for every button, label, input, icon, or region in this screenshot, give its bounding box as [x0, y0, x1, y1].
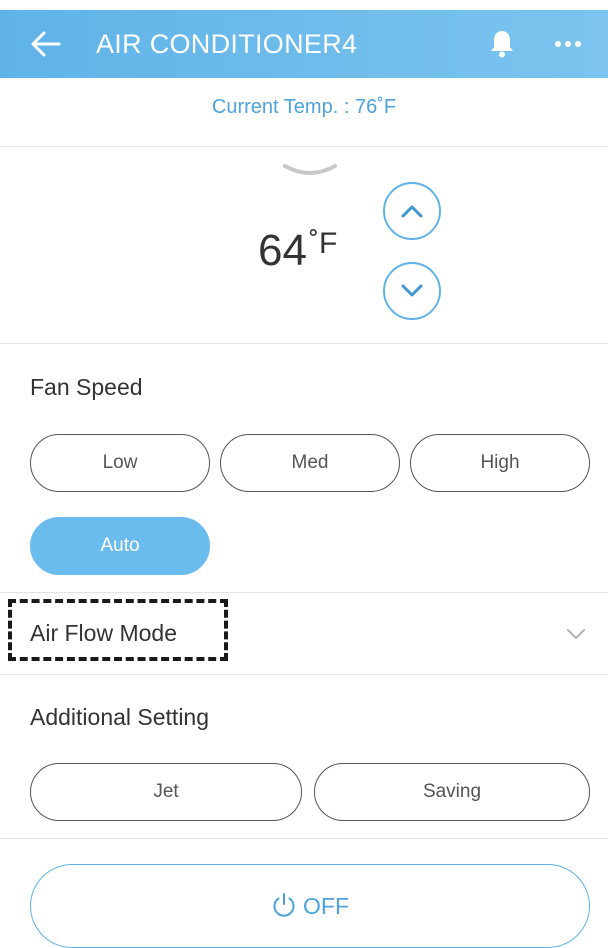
chevron-up-icon: [401, 205, 423, 218]
more-options-button[interactable]: [548, 26, 588, 62]
app-header: AIR CONDITIONER4: [0, 10, 608, 78]
current-temperature: Current Temp. : 76˚F: [211, 96, 397, 118]
bell-icon: [491, 31, 513, 58]
chevron-down-icon[interactable]: [282, 160, 338, 182]
fan-speed-title: Fan Speed: [30, 374, 143, 400]
fan-speed-auto-button[interactable]: Auto: [30, 517, 210, 575]
fan-speed-med-button[interactable]: Med: [220, 434, 400, 492]
temperature-up-button[interactable]: [383, 182, 441, 240]
divider: [0, 838, 608, 839]
status-bar: [0, 0, 608, 10]
temperature-down-button[interactable]: [383, 262, 441, 320]
air-flow-mode-title[interactable]: Air Flow Mode: [30, 620, 177, 647]
more-horizontal-icon: [555, 41, 581, 47]
additional-setting-title: Additional Setting: [30, 704, 210, 730]
divider: [0, 674, 608, 675]
saving-button[interactable]: Saving: [314, 763, 590, 821]
page-title: AIR CONDITIONER4: [96, 29, 358, 59]
power-icon: [273, 893, 295, 917]
temperature-unit: ˚F: [308, 227, 338, 260]
arrow-left-icon: [31, 31, 61, 57]
power-label: OFF: [303, 892, 349, 919]
back-button[interactable]: [28, 26, 64, 62]
fan-speed-low-button[interactable]: Low: [30, 434, 210, 492]
notifications-button[interactable]: [485, 26, 519, 62]
chevron-down-icon[interactable]: [566, 627, 586, 641]
power-off-button[interactable]: OFF: [30, 864, 590, 948]
chevron-down-icon: [401, 284, 423, 297]
set-temperature-value: 64: [258, 226, 307, 275]
divider: [0, 146, 608, 147]
jet-button[interactable]: Jet: [30, 763, 302, 821]
fan-speed-high-button[interactable]: High: [410, 434, 590, 492]
divider: [0, 343, 608, 344]
divider: [0, 592, 608, 593]
set-temperature: 64˚F: [258, 216, 337, 279]
